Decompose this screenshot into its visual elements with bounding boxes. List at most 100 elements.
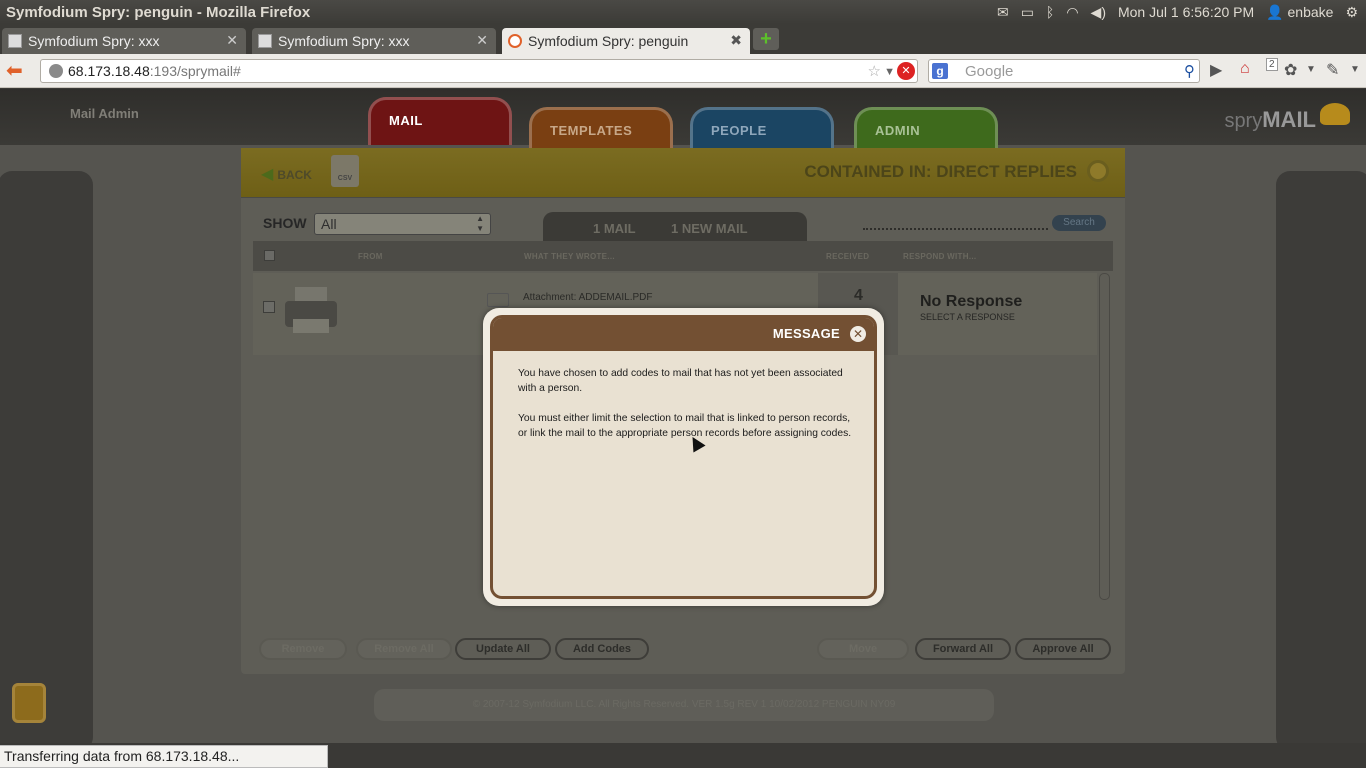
remove-button[interactable]: Remove <box>259 638 347 660</box>
approve-all-button[interactable]: Approve All <box>1015 638 1111 660</box>
stop-icon[interactable]: ✕ <box>897 62 915 80</box>
message-dialog: MESSAGE ✕ You have chosen to add codes t… <box>483 308 884 606</box>
close-icon[interactable]: ✖ <box>730 32 742 49</box>
add-codes-button[interactable]: Add Codes <box>555 638 649 660</box>
col-from: FROM <box>358 252 383 261</box>
logo-small: spry <box>1224 110 1263 132</box>
user-name: enbake <box>1287 4 1334 20</box>
col-respond: RESPOND WITH... <box>903 252 977 261</box>
settings-gear-icon[interactable]: ⚙ <box>1345 0 1358 24</box>
page-favicon-icon <box>8 34 22 48</box>
forward-all-button[interactable]: Forward All <box>915 638 1011 660</box>
close-icon[interactable]: ✕ <box>226 32 238 49</box>
message-paragraph-1: You have chosen to add codes to mail tha… <box>518 368 843 394</box>
mail-count-tab: 1 MAIL 1 NEW MAIL <box>543 212 807 242</box>
page-favicon-icon <box>258 34 272 48</box>
message-dialog-title: MESSAGE <box>772 326 840 341</box>
back-arrow-icon[interactable]: ⬅ <box>6 61 23 81</box>
clock[interactable]: Mon Jul 1 6:56:20 PM <box>1118 0 1254 24</box>
select-arrows-icon: ▲ ▼ <box>476 214 484 233</box>
tab-label: Symfodium Spry: xxx <box>278 33 410 49</box>
os-top-panel: Symfodium Spry: penguin - Mozilla Firefo… <box>0 0 1366 24</box>
menu-dropdown-icon[interactable]: ▼ <box>1350 64 1360 75</box>
browser-tab-bar: Symfodium Spry: xxx ✕ Symfodium Spry: xx… <box>0 24 1366 54</box>
close-icon[interactable]: ✕ <box>850 326 866 342</box>
search-placeholder: Google <box>965 63 1014 80</box>
addon-badge[interactable]: 2 <box>1266 58 1278 71</box>
table-scrollbar[interactable] <box>1099 273 1110 600</box>
loading-spinner-icon <box>508 34 522 48</box>
tab-label: Symfodium Spry: xxx <box>28 33 160 49</box>
volume-icon[interactable]: ◀) <box>1091 0 1106 24</box>
right-side-panel <box>1276 171 1366 743</box>
update-all-button[interactable]: Update All <box>455 638 551 660</box>
history-dropdown-icon[interactable]: ▼ <box>884 61 895 83</box>
close-icon[interactable]: ✕ <box>476 32 488 49</box>
table-header: FROM WHAT THEY WROTE... RECEIVED RESPOND… <box>253 241 1113 271</box>
back-label: BACK <box>277 168 312 182</box>
select-response-link[interactable]: SELECT A RESPONSE <box>920 312 1015 322</box>
show-filter-select[interactable]: All ▲ ▼ <box>314 213 491 235</box>
app-header: Mail Admin MAIL TEMPLATES PEOPLE ADMIN s… <box>0 89 1366 155</box>
message-dialog-header: MESSAGE ✕ <box>493 318 874 351</box>
wifi-icon[interactable]: ◠ <box>1066 0 1078 24</box>
printer-icon <box>285 287 337 333</box>
browser-tab-2[interactable]: Symfodium Spry: xxx ✕ <box>252 28 496 54</box>
mail-admin-label: Mail Admin <box>70 106 139 121</box>
home-icon[interactable]: ⌂ <box>1240 60 1250 78</box>
folder-title: CONTAINED IN: DIRECT REPLIES <box>804 162 1077 181</box>
response-title[interactable]: No Response <box>920 293 1022 311</box>
magnifier-icon[interactable]: ⚲ <box>1184 62 1195 80</box>
status-text: Transferring data from 68.173.18.48... <box>0 745 328 768</box>
row-checkbox[interactable] <box>263 301 275 313</box>
url-host: 68.173.18.48 <box>68 63 150 79</box>
mail-panel-header: ◀ BACK CSV CONTAINED IN: DIRECT REPLIES <box>241 148 1125 198</box>
col-what: WHAT THEY WROTE... <box>524 252 615 261</box>
tab-label: Symfodium Spry: penguin <box>528 33 689 49</box>
eyedropper-icon[interactable]: ✎ <box>1326 60 1339 80</box>
new-mail-count: 1 NEW MAIL <box>671 221 748 236</box>
site-identity-icon[interactable] <box>49 64 63 78</box>
move-button[interactable]: Move <box>817 638 909 660</box>
attachment-text[interactable]: Attachment: ADDEMAIL.PDF <box>523 292 653 303</box>
youtube-icon[interactable]: ▶ <box>1210 60 1222 80</box>
addon-dropdown-icon[interactable]: ▼ <box>1306 64 1316 75</box>
bluetooth-icon[interactable]: ᛒ <box>1046 0 1054 24</box>
bookmark-star-icon[interactable]: ☆ <box>868 61 881 83</box>
url-bar[interactable]: 68.173.18.48:193/sprymail# ☆ ▼ ✕ <box>40 59 918 83</box>
message-dialog-frame: MESSAGE ✕ You have chosen to add codes t… <box>490 315 877 599</box>
tab-mail[interactable]: MAIL <box>368 97 512 145</box>
show-label: SHOW <box>263 215 307 231</box>
folder-status-icon <box>1087 160 1109 182</box>
received-count: 4 <box>854 287 863 304</box>
remove-all-button[interactable]: Remove All <box>356 638 452 660</box>
web-search-box[interactable]: g Google ⚲ <box>928 59 1200 83</box>
spry-mail-logo: spryMAIL <box>1224 107 1316 133</box>
browser-nav-bar: ⬅ 68.173.18.48:193/sprymail# ☆ ▼ ✕ g Goo… <box>0 54 1366 88</box>
csv-export-icon[interactable]: CSV <box>331 155 359 187</box>
clipboard-icon[interactable] <box>12 683 46 723</box>
url-path: :193/sprymail# <box>149 63 241 79</box>
new-tab-plus-icon[interactable]: + <box>753 28 779 50</box>
logo-hat-icon <box>1320 103 1350 125</box>
window-title: Symfodium Spry: penguin - Mozilla Firefo… <box>6 3 311 21</box>
battery-icon[interactable]: ▭ <box>1021 0 1034 24</box>
back-arrow-icon: ◀ <box>261 166 274 183</box>
addon-bee-icon[interactable]: ✿ <box>1284 60 1297 80</box>
col-received: RECEIVED <box>826 252 870 261</box>
back-button[interactable]: ◀ BACK <box>261 164 312 184</box>
mail-count: 1 MAIL <box>593 221 636 236</box>
browser-status-bar: Transferring data from 68.173.18.48... <box>0 743 1366 768</box>
search-button[interactable]: Search <box>1052 215 1106 231</box>
mail-search-input[interactable] <box>863 228 1048 230</box>
copyright-footer: © 2007-12 Symfodium LLC. All Rights Rese… <box>374 689 994 721</box>
logo-big: MAIL <box>1262 107 1316 132</box>
mail-icon[interactable]: ✉ <box>997 0 1009 24</box>
user-icon[interactable]: 👤 enbake <box>1266 0 1333 24</box>
select-all-checkbox[interactable] <box>264 250 275 261</box>
search-engine-icon[interactable]: g <box>932 63 948 79</box>
attachment-icon <box>487 293 509 307</box>
browser-tab-3-active[interactable]: Symfodium Spry: penguin ✖ <box>502 28 750 54</box>
left-side-panel <box>0 171 93 743</box>
browser-tab-1[interactable]: Symfodium Spry: xxx ✕ <box>2 28 246 54</box>
